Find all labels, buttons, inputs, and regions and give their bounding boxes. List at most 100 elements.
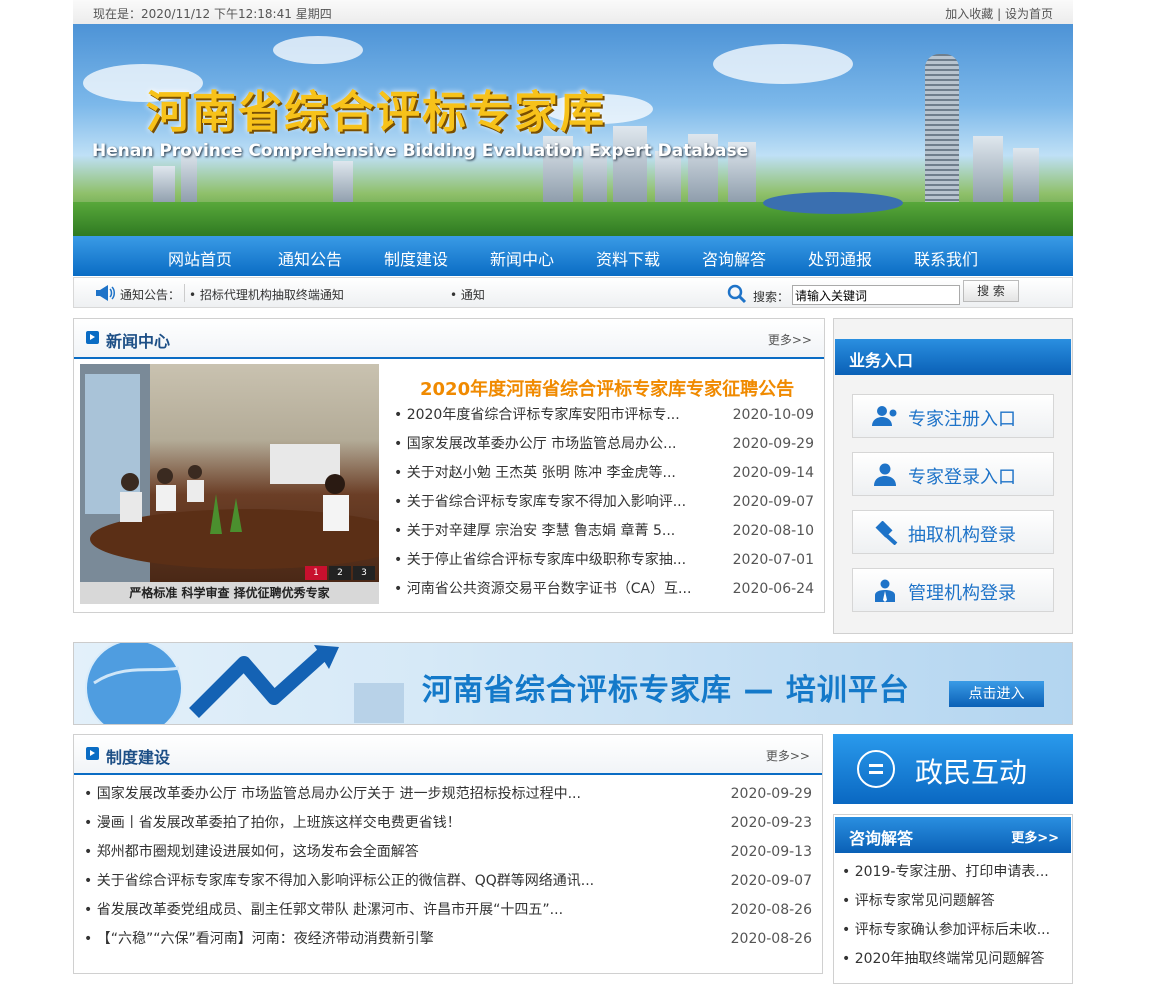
list-item[interactable]: • 关于省综合评标专家库专家不得加入影响评标公正的微信群、QQ群等网络通讯...… [84, 867, 812, 896]
nav-downloads[interactable]: 资料下载 [596, 246, 660, 270]
nav-notices[interactable]: 通知公告 [278, 246, 342, 270]
news-more-link[interactable]: 更多>> [768, 331, 812, 348]
expert-login-label: 专家登录入口 [908, 467, 1016, 488]
training-enter-button[interactable]: 点击进入 [949, 681, 1044, 707]
news-list: • 2020年度省综合评标专家库安阳市评标专... 2020-10-09 • 国家… [394, 401, 814, 604]
list-item[interactable]: • 关于对辛建厚 宗治安 李慧 鲁志娟 章菁 5... 2020-08-10 [394, 517, 814, 546]
list-item[interactable]: • 国家发展改革委办公厅 市场监管总局办公... 2020-09-29 [394, 430, 814, 459]
training-banner[interactable]: 河南省综合评标专家库 — 培训平台 点击进入 [73, 642, 1073, 725]
slide-dot-2[interactable]: 2 [329, 566, 351, 580]
system-item-date: 2020-09-23 [730, 815, 812, 831]
site-title: 河南省综合评标专家库 [146, 87, 606, 138]
notice-item[interactable]: • 招标代理机构抽取终端通知 [189, 286, 344, 303]
news-item-date: 2020-09-14 [732, 465, 814, 481]
cloud [273, 36, 363, 64]
meeting-photo [80, 364, 379, 582]
nav-system[interactable]: 制度建设 [384, 246, 448, 270]
search-input[interactable] [792, 285, 960, 305]
building [1013, 148, 1039, 206]
training-title: 河南省综合评标专家库 — 培训平台 [422, 673, 910, 708]
expert-register-button[interactable]: 专家注册入口 [852, 394, 1054, 438]
news-panel: 新闻中心 更多>> 1 2 3 严格标准 科学审查 择优征聘优秀专家 2020年… [73, 318, 825, 613]
business-title: 业务入口 [849, 351, 914, 370]
list-item[interactable]: • 评标专家常见问题解答 [842, 887, 1066, 916]
gov-interaction-button[interactable]: 政民互动 [833, 734, 1073, 804]
consult-header: 咨询解答 更多>> [835, 817, 1071, 853]
arrow-icon [86, 747, 99, 760]
system-header: 制度建设 更多>> [74, 735, 822, 775]
top-links: 加入收藏 | 设为首页 [945, 5, 1053, 22]
news-slideshow[interactable]: 1 2 3 严格标准 科学审查 择优征聘优秀专家 [80, 364, 379, 604]
consult-item-title: • 2019-专家注册、打印申请表... [842, 864, 1049, 880]
news-headline[interactable]: 2020年度河南省综合评标专家库专家征聘公告 [420, 375, 794, 401]
slide-dot-3[interactable]: 3 [353, 566, 375, 580]
news-item-title: • 国家发展改革委办公厅 市场监管总局办公... [394, 436, 677, 452]
building [613, 126, 647, 206]
system-item-title: • 【“六稳”“六保”看河南】河南：夜经济带动消费新引擎 [84, 931, 434, 947]
banner-ground [73, 202, 1073, 236]
news-item-title: • 河南省公共资源交易平台数字证书（CA）互... [394, 581, 692, 597]
search-label: 搜索： [753, 290, 790, 304]
news-item-title: • 关于对辛建厚 宗治安 李慧 鲁志娟 章菁 5... [394, 523, 676, 539]
list-item[interactable]: • 关于对赵小勉 王杰英 张明 陈冲 李金虎等... 2020-09-14 [394, 459, 814, 488]
link-separator: | [997, 7, 1002, 21]
notice-item[interactable]: • 通知 [450, 286, 485, 303]
news-title: 新闻中心 [106, 332, 171, 351]
list-item[interactable]: • 郑州都市圈规划建设进展如何，这场发布会全面解答 2020-09-13 [84, 838, 812, 867]
nav-consult[interactable]: 咨询解答 [702, 246, 766, 270]
slide-indicators: 1 2 3 [305, 566, 375, 580]
system-item-date: 2020-09-29 [730, 786, 812, 802]
system-more-link[interactable]: 更多>> [766, 747, 810, 764]
gov-interaction-title: 政民互动 [915, 756, 1028, 789]
building [973, 136, 1003, 206]
building [333, 161, 353, 206]
list-item[interactable]: • 评标专家确认参加评标后未收... [842, 916, 1066, 945]
current-datetime: 现在是：2020/11/12 下午12:18:41 星期四 [93, 7, 332, 21]
system-item-date: 2020-08-26 [730, 931, 812, 947]
set-homepage-link[interactable]: 设为首页 [1005, 7, 1053, 21]
stadium [763, 192, 903, 214]
business-panel: 业务入口 专家注册入口 专家登录入口 抽取机构登录 管理机构登录 [833, 318, 1073, 634]
list-item[interactable]: • 关于停止省综合评标专家库中级职称专家抽... 2020-07-01 [394, 546, 814, 575]
nav-home[interactable]: 网站首页 [168, 246, 232, 270]
news-item-date: 2020-06-24 [732, 581, 814, 597]
nav-news[interactable]: 新闻中心 [490, 246, 554, 270]
nav-penalties[interactable]: 处罚通报 [808, 246, 872, 270]
system-item-date: 2020-09-07 [730, 873, 812, 889]
agency-login-button[interactable]: 抽取机构登录 [852, 510, 1054, 554]
site-title-english: Henan Province Comprehensive Bidding Eva… [92, 141, 749, 161]
list-item[interactable]: • 省发展改革委党组成员、副主任郭文带队 赴漯河市、许昌市开展“十四五”... 2… [84, 896, 812, 925]
admin-login-button[interactable]: 管理机构登录 [852, 568, 1054, 612]
search-button[interactable]: 搜 索 [963, 280, 1019, 302]
list-item[interactable]: • 2020年抽取终端常见问题解答 [842, 945, 1066, 974]
admin-login-label: 管理机构登录 [908, 583, 1016, 604]
search-icon [727, 284, 747, 307]
nav-contact[interactable]: 联系我们 [914, 246, 978, 270]
consult-more-link[interactable]: 更多>> [1011, 827, 1059, 846]
expert-login-button[interactable]: 专家登录入口 [852, 452, 1054, 496]
system-item-title: • 关于省综合评标专家库专家不得加入影响评标公正的微信群、QQ群等网络通讯... [84, 873, 595, 889]
slide-dot-1[interactable]: 1 [305, 566, 327, 580]
chat-icon [857, 750, 895, 788]
news-item-title: • 2020年度省综合评标专家库安阳市评标专... [394, 407, 680, 423]
list-item[interactable]: • 2019-专家注册、打印申请表... [842, 858, 1066, 887]
user-icon [871, 463, 899, 491]
list-item[interactable]: • 关于省综合评标专家库专家不得加入影响评... 2020-09-07 [394, 488, 814, 517]
globe-graphic [85, 643, 404, 724]
manager-icon [871, 579, 899, 607]
list-item[interactable]: • 2020年度省综合评标专家库安阳市评标专... 2020-10-09 [394, 401, 814, 430]
system-item-title: • 漫画丨省发展改革委拍了拍你，上班族这样交电费更省钱！ [84, 815, 461, 831]
list-item[interactable]: • 【“六稳”“六保”看河南】河南：夜经济带动消费新引擎 2020-08-26 [84, 925, 812, 954]
news-item-title: • 关于对赵小勉 王杰英 张明 陈冲 李金虎等... [394, 465, 676, 481]
notice-divider [184, 284, 185, 302]
system-item-date: 2020-08-26 [730, 902, 812, 918]
megaphone-icon [94, 284, 116, 305]
add-bookmark-link[interactable]: 加入收藏 [945, 7, 993, 21]
system-item-title: • 郑州都市圈规划建设进展如何，这场发布会全面解答 [84, 844, 419, 860]
list-item[interactable]: • 国家发展改革委办公厅 市场监管总局办公厅关于 进一步规范招标投标过程中...… [84, 780, 812, 809]
consult-panel: 咨询解答 更多>> • 2019-专家注册、打印申请表... • 评标专家常见问… [833, 814, 1073, 984]
news-item-date: 2020-08-10 [732, 523, 814, 539]
list-item[interactable]: • 河南省公共资源交易平台数字证书（CA）互... 2020-06-24 [394, 575, 814, 604]
top-bar: 现在是：2020/11/12 下午12:18:41 星期四 加入收藏 | 设为首… [73, 0, 1073, 25]
list-item[interactable]: • 漫画丨省发展改革委拍了拍你，上班族这样交电费更省钱！ 2020-09-23 [84, 809, 812, 838]
